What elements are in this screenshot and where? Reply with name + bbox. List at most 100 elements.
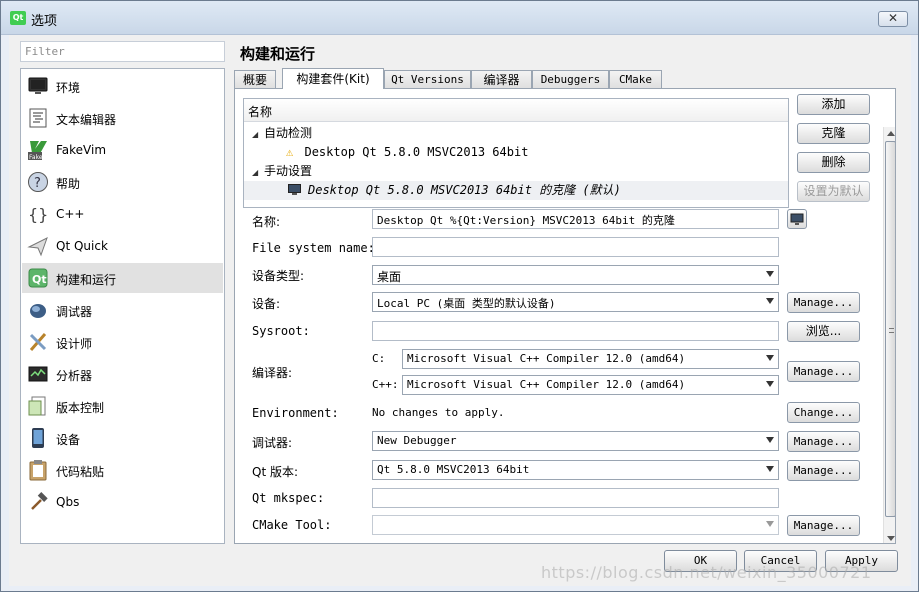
- desktop-icon: [790, 213, 804, 225]
- tree-header: 名称: [244, 99, 788, 122]
- sidebar-item-help[interactable]: ? 帮助: [22, 167, 223, 197]
- scrollbar-thumb[interactable]: [885, 141, 895, 517]
- scroll-down-icon[interactable]: [887, 536, 895, 541]
- tree-group-manual[interactable]: ◢ 手动设置: [252, 162, 312, 181]
- tree-kit-manual[interactable]: Desktop Qt 5.8.0 MSVC2013 64bit 的克隆 (默认): [244, 181, 788, 200]
- fs-name-field[interactable]: [372, 237, 779, 257]
- sidebar-item-environment[interactable]: 环境: [22, 71, 223, 101]
- window-title: 选项: [31, 14, 58, 29]
- sidebar-item-cpp[interactable]: {} C++: [22, 199, 223, 229]
- cmake-tool-label: CMake Tool:: [252, 518, 332, 532]
- compiler-c-label: C:: [372, 352, 386, 365]
- help-icon: ?: [28, 172, 48, 192]
- make-default-button[interactable]: 设置为默认: [797, 181, 870, 202]
- desktop-icon: [288, 184, 301, 195]
- qt-build-run-icon: Qt: [28, 268, 48, 288]
- sysroot-label: Sysroot:: [252, 324, 310, 338]
- sidebar-item-label: 分析器: [56, 369, 93, 383]
- options-dialog: Qt 选项 ✕ Filter 环境 文本编辑器 Fake FakeVim ? 帮…: [0, 0, 919, 592]
- device-manage-button[interactable]: Manage...: [787, 292, 860, 313]
- sidebar-item-fakevim[interactable]: Fake FakeVim: [22, 135, 223, 165]
- qbs-hammer-icon: [31, 492, 48, 510]
- qt-version-select[interactable]: Qt 5.8.0 MSVC2013 64bit: [372, 460, 779, 480]
- expand-arrow-icon: ◢: [252, 130, 259, 139]
- clone-kit-button[interactable]: 克隆: [797, 123, 870, 144]
- sidebar-item-code-paste[interactable]: 代码粘贴: [22, 455, 223, 485]
- kits-tree[interactable]: 名称 ◢ 自动检测 ⚠ Desktop Qt 5.8.0 MSVC2013 64b…: [243, 98, 789, 208]
- compiler-label: 编译器:: [252, 366, 293, 380]
- svg-text:?: ?: [34, 176, 41, 191]
- remove-kit-button[interactable]: 删除: [797, 152, 870, 173]
- qt-quick-icon: [27, 236, 48, 257]
- mkspec-label: Qt mkspec:: [252, 491, 325, 505]
- expand-arrow-icon: ◢: [252, 168, 259, 177]
- chevron-down-icon: [766, 298, 774, 304]
- category-list: 环境 文本编辑器 Fake FakeVim ? 帮助 {} C++ Qt Qui…: [20, 68, 225, 544]
- tab-qt-versions[interactable]: Qt Versions: [384, 70, 471, 89]
- sidebar-item-build-run[interactable]: Qt 构建和运行: [22, 263, 223, 293]
- cmake-tool-select[interactable]: [372, 515, 779, 535]
- sidebar-item-text-editor[interactable]: 文本编辑器: [22, 103, 223, 133]
- svg-text:Fake: Fake: [29, 154, 43, 161]
- qt-version-label: Qt 版本:: [252, 465, 299, 479]
- sidebar-item-version-control[interactable]: 版本控制: [22, 391, 223, 421]
- version-control-icon: [28, 396, 46, 416]
- cmake-manage-button[interactable]: Manage...: [787, 515, 860, 536]
- grip-icon: [889, 328, 894, 333]
- add-kit-button[interactable]: 添加: [797, 94, 870, 115]
- browse-button[interactable]: 浏览...: [787, 321, 860, 342]
- tab-kits[interactable]: 构建套件(Kit): [282, 68, 384, 89]
- chevron-down-icon: [766, 437, 774, 443]
- compiler-c-select[interactable]: Microsoft Visual C++ Compiler 12.0 (amd6…: [402, 349, 779, 369]
- tab-cmake[interactable]: CMake: [609, 70, 662, 89]
- sidebar-item-label: 版本控制: [56, 401, 105, 415]
- environment-change-button[interactable]: Change...: [787, 402, 860, 423]
- monitor-icon: [28, 77, 48, 94]
- kit-icon-button[interactable]: [787, 209, 807, 229]
- vertical-scrollbar[interactable]: [883, 127, 895, 543]
- close-button[interactable]: ✕: [878, 11, 908, 27]
- sidebar-item-label: 代码粘贴: [56, 465, 105, 479]
- chevron-down-icon: [766, 381, 774, 387]
- device-type-select[interactable]: 桌面: [372, 265, 779, 285]
- text-editor-icon: [29, 108, 47, 128]
- chevron-down-icon: [766, 355, 774, 361]
- tab-overview[interactable]: 概要: [234, 70, 276, 89]
- sysroot-field[interactable]: [372, 321, 779, 341]
- sidebar-item-devices[interactable]: 设备: [22, 423, 223, 453]
- sidebar-item-label: 调试器: [56, 305, 93, 319]
- device-label: 设备:: [252, 297, 281, 311]
- environment-label: Environment:: [252, 406, 339, 420]
- code-paste-icon: [29, 460, 47, 481]
- tab-debuggers[interactable]: Debuggers: [532, 70, 609, 89]
- filter-input[interactable]: Filter: [20, 41, 225, 62]
- device-select[interactable]: Local PC (桌面 类型的默认设备): [372, 292, 779, 312]
- sidebar-item-label: 文本编辑器: [56, 113, 117, 127]
- tree-kit-auto[interactable]: ⚠ Desktop Qt 5.8.0 MSVC2013 64bit: [286, 143, 528, 162]
- analyzer-icon: [28, 366, 48, 382]
- qt-version-manage-button[interactable]: Manage...: [787, 460, 860, 481]
- tab-compilers[interactable]: 编译器: [471, 70, 532, 89]
- environment-value: No changes to apply.: [372, 406, 505, 419]
- sidebar-item-analyzer[interactable]: 分析器: [22, 359, 223, 389]
- sidebar-item-label: Qbs: [56, 495, 80, 509]
- sidebar-item-label: 构建和运行: [56, 273, 117, 287]
- debugger-manage-button[interactable]: Manage...: [787, 431, 860, 452]
- sidebar-item-designer[interactable]: 设计师: [22, 327, 223, 357]
- cpp-braces-icon: {}: [28, 205, 48, 224]
- compiler-cpp-select[interactable]: Microsoft Visual C++ Compiler 12.0 (amd6…: [402, 375, 779, 395]
- sidebar-item-label: 设计师: [56, 337, 93, 351]
- sidebar-item-debugger[interactable]: 调试器: [22, 295, 223, 325]
- name-label: 名称:: [252, 215, 281, 229]
- sidebar-item-label: 设备: [56, 433, 81, 447]
- sidebar-item-qbs[interactable]: Qbs: [22, 487, 223, 517]
- debugger-label: 调试器:: [252, 436, 293, 450]
- compiler-manage-button[interactable]: Manage...: [787, 361, 860, 382]
- kit-name-field[interactable]: Desktop Qt %{Qt:Version} MSVC2013 64bit …: [372, 209, 779, 229]
- debugger-icon: [30, 304, 46, 318]
- tree-group-auto[interactable]: ◢ 自动检测: [252, 124, 312, 143]
- sidebar-item-qt-quick[interactable]: Qt Quick: [22, 231, 223, 261]
- debugger-select[interactable]: New Debugger: [372, 431, 779, 451]
- scroll-up-icon[interactable]: [887, 131, 895, 136]
- mkspec-field[interactable]: [372, 488, 779, 508]
